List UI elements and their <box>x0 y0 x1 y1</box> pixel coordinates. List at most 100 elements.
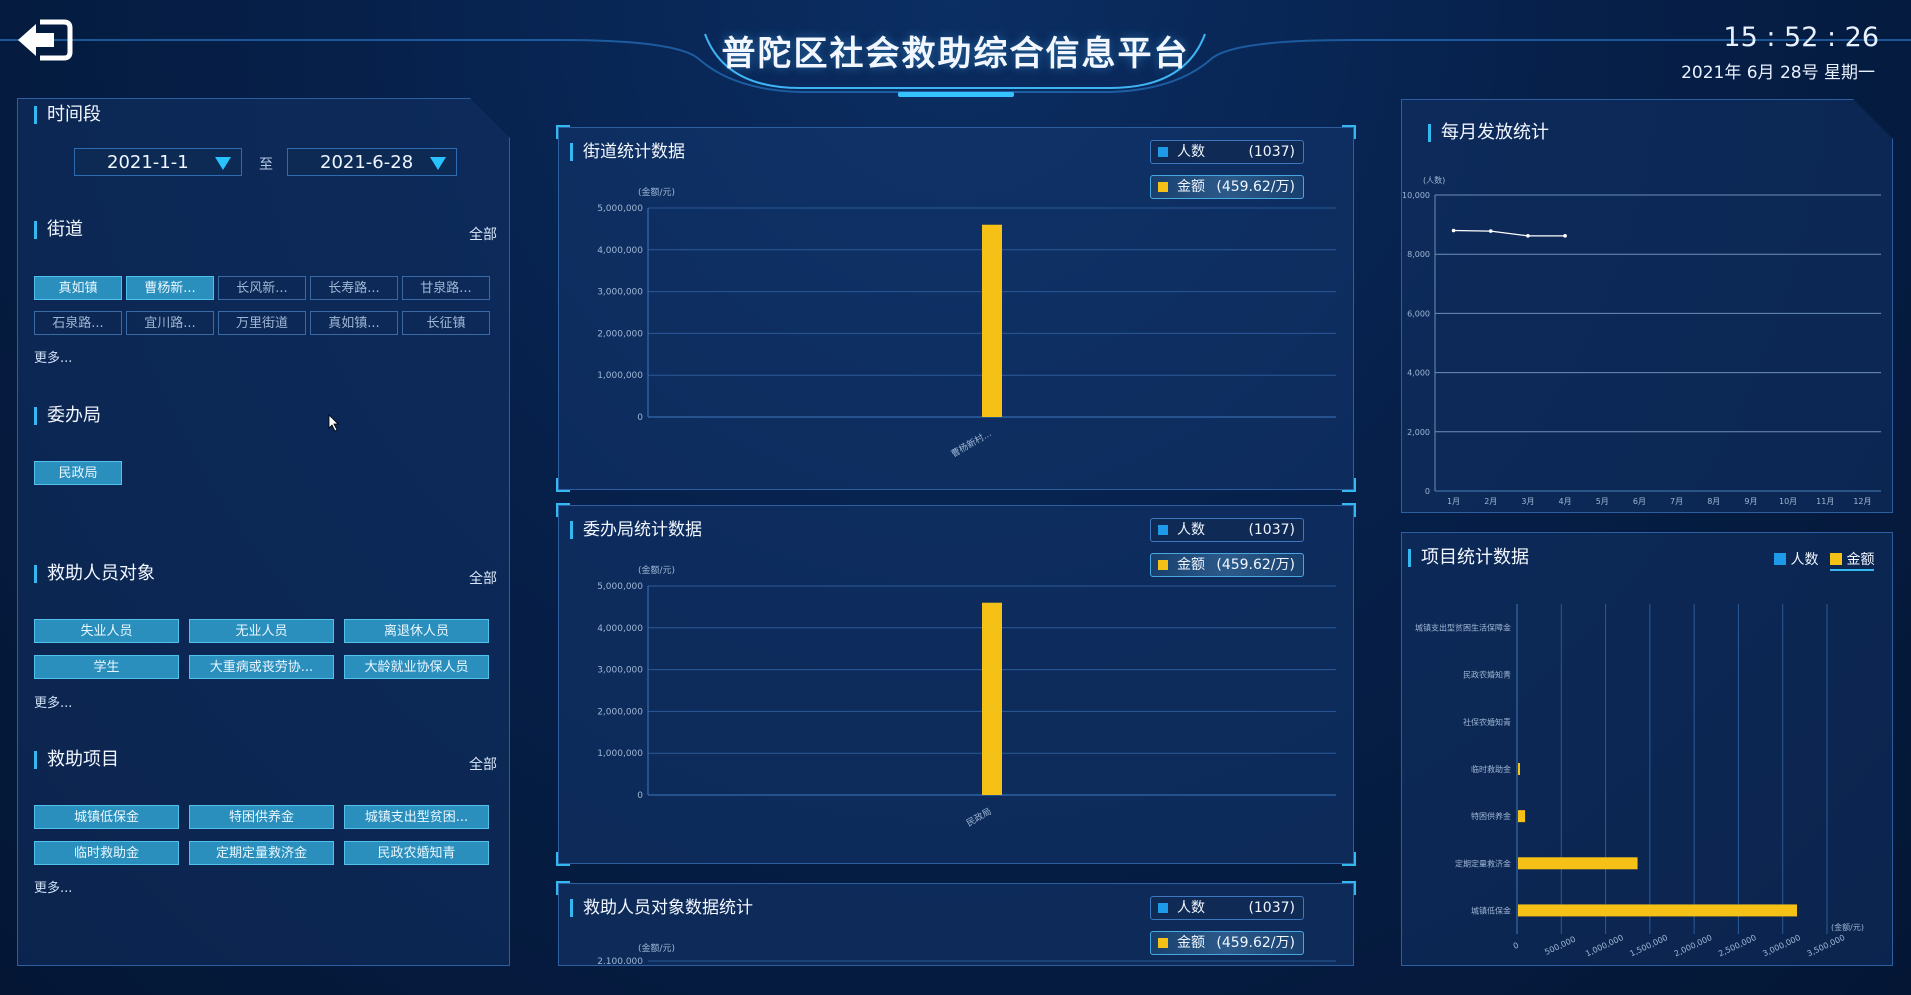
page-title: 普陀区社会救助综合信息平台 <box>721 34 1190 74</box>
target-tag[interactable]: 大龄就业协保人员 <box>344 655 489 679</box>
x-tick-label: 3,000,000 <box>1761 933 1802 958</box>
y-tick-label: 2,000 <box>1407 428 1430 437</box>
target-more-link[interactable]: 更多... <box>34 692 72 711</box>
street-tag[interactable]: 甘泉路... <box>402 276 490 300</box>
x-tick-label: 12月 <box>1853 497 1871 506</box>
project-all-link[interactable]: 全部 <box>469 754 497 774</box>
y-tick-label: 1,000,000 <box>597 749 643 759</box>
dropdown-triangle-icon <box>430 157 446 170</box>
y-tick-label: 定期定量救济金 <box>1455 858 1511 868</box>
y-tick-label: 8,000 <box>1407 250 1430 259</box>
end-date-select[interactable]: 2021-6-28 <box>287 148 457 176</box>
date-display: 2021年 6月 28号 星期一 <box>1681 63 1875 83</box>
y-tick-label: 2,000,000 <box>597 707 643 717</box>
street-all-link[interactable]: 全部 <box>469 224 497 244</box>
bar <box>982 224 1002 417</box>
x-tick-label: 500,000 <box>1543 935 1577 957</box>
x-tick-label: 0 <box>1512 941 1520 951</box>
y-tick-label: 4,000,000 <box>597 624 643 634</box>
x-tick-label: 3,500,000 <box>1806 933 1847 958</box>
target-tag[interactable]: 离退休人员 <box>344 619 489 643</box>
monthly-line-chart: (人数) 0 2,000 4,000 6,000 8,000 10,000 1月 2月 3月 4月 5… <box>1402 175 1881 506</box>
filter-panel <box>17 98 510 966</box>
bar <box>1518 763 1520 775</box>
y-tick-label: 0 <box>637 791 643 801</box>
x-tick-label: 民政局 <box>964 805 993 829</box>
target-tag[interactable]: 无业人员 <box>189 619 334 643</box>
project-tag[interactable]: 临时救助金 <box>34 841 179 865</box>
street-tag[interactable]: 万里街道 <box>218 311 306 335</box>
y-axis-label: (人数) <box>1423 175 1445 185</box>
line-point <box>1488 229 1493 233</box>
project-tag[interactable]: 定期定量救济金 <box>189 841 334 865</box>
x-tick-label: 11月 <box>1816 497 1834 506</box>
bar <box>1518 904 1797 917</box>
y-tick-label: 5,000,000 <box>597 582 643 592</box>
project-tag[interactable]: 特困供养金 <box>189 805 334 829</box>
x-tick-label: 7月 <box>1670 497 1683 506</box>
project-tag[interactable]: 城镇支出型贫困... <box>344 805 489 829</box>
start-date-value: 2021-1-1 <box>107 152 189 173</box>
period-title: 时间段 <box>34 106 101 124</box>
street-more-link[interactable]: 更多... <box>34 347 72 366</box>
bar <box>1518 857 1638 870</box>
bureau-tag[interactable]: 民政局 <box>34 461 122 485</box>
y-tick-label: 2,100,000 <box>597 957 643 964</box>
x-tick-label: 4月 <box>1559 497 1572 506</box>
y-tick-label: 4,000 <box>1407 369 1430 378</box>
x-axis-label: (金额/元) <box>1831 922 1864 932</box>
street-tag[interactable]: 长风新... <box>218 276 306 300</box>
project-bar-chart: 0 500,000 1,000,000 1,500,000 2,000,000 2,500… <box>1415 604 1864 958</box>
y-tick-label: 城镇支出型贫困生活保障金 <box>1415 623 1511 633</box>
y-axis-label: (金额/元) <box>638 186 675 198</box>
bar-chart-svg: (金额/元) 0 1,000,000 2,000,000 3,000,000 4,000,… <box>597 186 1336 460</box>
y-axis-label: (金额/元) <box>638 564 675 576</box>
project-tag[interactable]: 民政农婚知青 <box>344 841 489 865</box>
bar-chart-svg: (金额/元) 2,100,000 <box>597 942 1336 964</box>
bar <box>982 602 1002 795</box>
y-tick-label: 5,000,000 <box>597 204 643 214</box>
project-tag[interactable]: 城镇低保金 <box>34 805 179 829</box>
target-tag[interactable]: 大重病或丧劳协... <box>189 655 334 679</box>
y-axis-label: (金额/元) <box>638 942 675 954</box>
bar-chart-svg: (金额/元) 0 1,000,000 2,000,000 3,000,000 4,000,… <box>597 564 1336 829</box>
date-separator: 至 <box>259 157 273 173</box>
clock: 15 : 52 : 26 <box>1723 22 1879 53</box>
end-date-value: 2021-6-28 <box>320 152 414 173</box>
street-tag[interactable]: 曹杨新... <box>126 276 214 300</box>
x-tick-label: 10月 <box>1779 497 1797 506</box>
project-more-link[interactable]: 更多... <box>34 877 72 896</box>
street-tag[interactable]: 真如镇 <box>34 276 122 300</box>
start-date-select[interactable]: 2021-1-1 <box>74 148 242 176</box>
street-tag[interactable]: 真如镇... <box>310 311 398 335</box>
x-tick-label: 1,000,000 <box>1584 933 1625 958</box>
street-tag[interactable]: 石泉路... <box>34 311 122 335</box>
x-tick-label: 2,000,000 <box>1673 933 1714 958</box>
y-tick-label: 4,000,000 <box>597 246 643 256</box>
y-tick-label: 特困供养金 <box>1471 811 1511 821</box>
line-point <box>1526 234 1530 238</box>
series-line <box>1453 229 1566 237</box>
line-point <box>1563 234 1567 238</box>
x-tick-label: 8月 <box>1707 497 1720 506</box>
target-all-link[interactable]: 全部 <box>469 568 497 588</box>
street-tag[interactable]: 长寿路... <box>310 276 398 300</box>
y-tick-label: 1,000,000 <box>597 371 643 381</box>
y-tick-label: 3,000,000 <box>597 666 643 676</box>
y-tick-label: 10,000 <box>1402 191 1430 200</box>
y-tick-label: 0 <box>637 413 643 423</box>
street-title: 街道 <box>34 221 83 239</box>
x-tick-label: 曹杨新村... <box>949 427 994 460</box>
y-tick-label: 民政农婚知青 <box>1463 670 1511 680</box>
target-tag[interactable]: 学生 <box>34 655 179 679</box>
y-tick-label: 6,000 <box>1407 309 1430 318</box>
street-tag[interactable]: 宜川路... <box>126 311 214 335</box>
x-tick-label: 9月 <box>1744 497 1757 506</box>
target-tag[interactable]: 失业人员 <box>34 619 179 643</box>
line-point <box>1451 228 1456 233</box>
street-tag[interactable]: 长征镇 <box>402 311 490 335</box>
project-title: 救助项目 <box>34 751 119 769</box>
y-tick-label: 临时救助金 <box>1471 764 1511 774</box>
target-title: 救助人员对象 <box>34 565 155 583</box>
dropdown-triangle-icon <box>215 157 231 170</box>
